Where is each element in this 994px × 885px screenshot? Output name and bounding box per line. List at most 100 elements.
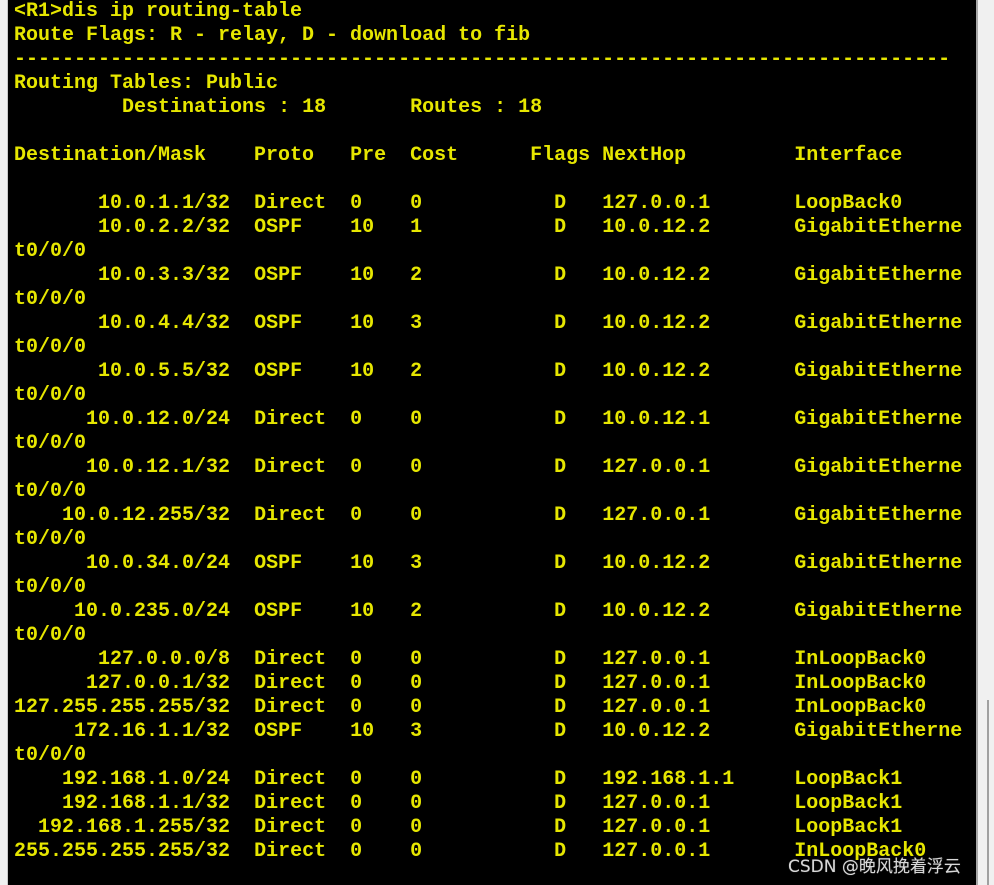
route-row: 10.0.235.0/24 OSPF 10 2 D 10.0.12.2 Giga… xyxy=(14,600,974,648)
route-proto: OSPF xyxy=(254,600,303,623)
route-flags: D xyxy=(554,816,567,839)
route-nexthop: 127.0.0.1 xyxy=(602,192,711,215)
route-pre: 0 xyxy=(350,504,363,527)
route-proto: OSPF xyxy=(254,720,303,743)
command-line: <R1>dis ip routing-table xyxy=(14,0,974,24)
route-nexthop: 127.0.0.1 xyxy=(602,840,711,863)
route-row: 192.168.1.0/24 Direct 0 0 D 192.168.1.1 … xyxy=(14,768,974,792)
route-proto: Direct xyxy=(254,840,327,863)
route-row: 10.0.34.0/24 OSPF 10 3 D 10.0.12.2 Gigab… xyxy=(14,552,974,600)
route-pre: 0 xyxy=(350,792,363,815)
command-text: <R1>dis ip routing-table xyxy=(14,0,303,23)
route-cost: 0 xyxy=(410,768,423,791)
route-proto: Direct xyxy=(254,456,327,479)
route-destination: 192.168.1.1/32 xyxy=(62,792,231,815)
route-destination: 10.0.3.3/32 xyxy=(98,264,231,287)
route-nexthop: 192.168.1.1 xyxy=(602,768,735,791)
route-destination: 127.0.0.0/8 xyxy=(98,648,231,671)
route-nexthop: 10.0.12.2 xyxy=(602,312,711,335)
route-row: 10.0.2.2/32 OSPF 10 1 D 10.0.12.2 Gigabi… xyxy=(14,216,974,264)
route-pre: 10 xyxy=(350,312,375,335)
watermark: CSDN @晚风挽着浮云 xyxy=(788,857,961,877)
route-cost: 0 xyxy=(410,672,423,695)
route-flags: D xyxy=(554,360,567,383)
route-cost: 0 xyxy=(410,648,423,671)
route-row: 10.0.3.3/32 OSPF 10 2 D 10.0.12.2 Gigabi… xyxy=(14,264,974,312)
route-interface: LoopBack1 xyxy=(794,768,903,791)
terminal-window[interactable]: <R1>dis ip routing-table Route Flags: R -… xyxy=(7,0,978,885)
route-row: 10.0.12.0/24 Direct 0 0 D 10.0.12.1 Giga… xyxy=(14,408,974,456)
route-cost: 0 xyxy=(410,408,423,431)
route-cost: 2 xyxy=(410,600,423,623)
route-proto: Direct xyxy=(254,504,327,527)
route-cost: 2 xyxy=(410,264,423,287)
table-summary: Destinations : 18 Routes : 18 xyxy=(122,96,543,119)
route-flags: D xyxy=(554,792,567,815)
route-row: 10.0.1.1/32 Direct 0 0 D 127.0.0.1 LoopB… xyxy=(14,192,974,216)
route-interface: LoopBack1 xyxy=(794,816,903,839)
route-pre: 0 xyxy=(350,768,363,791)
route-flags: D xyxy=(554,648,567,671)
route-destination: 172.16.1.1/32 xyxy=(74,720,231,743)
route-flags: D xyxy=(554,504,567,527)
route-pre: 10 xyxy=(350,552,375,575)
route-destination: 127.0.0.1/32 xyxy=(86,672,231,695)
route-pre: 0 xyxy=(350,696,363,719)
table-title: Routing Tables: Public xyxy=(14,72,974,96)
route-flags-text: Route Flags: R - relay, D - download to … xyxy=(14,24,531,47)
route-pre: 0 xyxy=(350,408,363,431)
routes-label: Routes xyxy=(410,96,483,119)
route-flags: D xyxy=(554,672,567,695)
route-nexthop: 127.0.0.1 xyxy=(602,816,711,839)
col-destination: Destination/Mask xyxy=(14,144,207,167)
route-cost: 3 xyxy=(410,720,423,743)
route-pre: 10 xyxy=(350,360,375,383)
route-flags: D xyxy=(554,768,567,791)
route-proto: OSPF xyxy=(254,264,303,287)
col-pre: Pre xyxy=(350,144,387,167)
route-flags-line: Route Flags: R - relay, D - download to … xyxy=(14,24,974,48)
route-cost: 0 xyxy=(410,816,423,839)
col-interface: Interface xyxy=(794,144,903,167)
route-proto: Direct xyxy=(254,792,327,815)
route-destination: 10.0.2.2/32 xyxy=(98,216,231,239)
route-destination: 192.168.1.255/32 xyxy=(38,816,231,839)
destinations-count: 18 xyxy=(302,96,327,119)
route-pre: 10 xyxy=(350,720,375,743)
route-destination: 10.0.235.0/24 xyxy=(74,600,231,623)
col-cost: Cost xyxy=(410,144,459,167)
route-pre: 0 xyxy=(350,840,363,863)
route-row: 10.0.12.1/32 Direct 0 0 D 127.0.0.1 Giga… xyxy=(14,456,974,504)
route-pre: 0 xyxy=(350,192,363,215)
route-nexthop: 10.0.12.2 xyxy=(602,216,711,239)
route-proto: Direct xyxy=(254,672,327,695)
route-pre: 0 xyxy=(350,672,363,695)
route-pre: 10 xyxy=(350,600,375,623)
route-proto: Direct xyxy=(254,408,327,431)
route-cost: 3 xyxy=(410,312,423,335)
route-proto: Direct xyxy=(254,768,327,791)
route-interface: InLoopBack0 xyxy=(794,696,927,719)
route-nexthop: 127.0.0.1 xyxy=(602,792,711,815)
route-interface: InLoopBack0 xyxy=(794,672,927,695)
route-nexthop: 10.0.12.1 xyxy=(602,408,711,431)
route-cost: 1 xyxy=(410,216,423,239)
route-nexthop: 10.0.12.2 xyxy=(602,720,711,743)
route-flags: D xyxy=(554,216,567,239)
route-nexthop: 127.0.0.1 xyxy=(602,504,711,527)
route-destination: 10.0.12.0/24 xyxy=(86,408,231,431)
route-nexthop: 127.0.0.1 xyxy=(602,456,711,479)
route-proto: OSPF xyxy=(254,360,303,383)
route-pre: 10 xyxy=(350,216,375,239)
route-interface: LoopBack1 xyxy=(794,792,903,815)
route-cost: 0 xyxy=(410,696,423,719)
route-proto: OSPF xyxy=(254,552,303,575)
route-row: 10.0.4.4/32 OSPF 10 3 D 10.0.12.2 Gigabi… xyxy=(14,312,974,360)
separator-line: ----------------------------------------… xyxy=(14,48,974,72)
route-destination: 10.0.12.255/32 xyxy=(62,504,231,527)
scrollbar-edge[interactable] xyxy=(987,700,989,885)
route-destination: 10.0.12.1/32 xyxy=(86,456,231,479)
route-nexthop: 127.0.0.1 xyxy=(602,696,711,719)
route-row: 127.0.0.1/32 Direct 0 0 D 127.0.0.1 InLo… xyxy=(14,672,974,696)
